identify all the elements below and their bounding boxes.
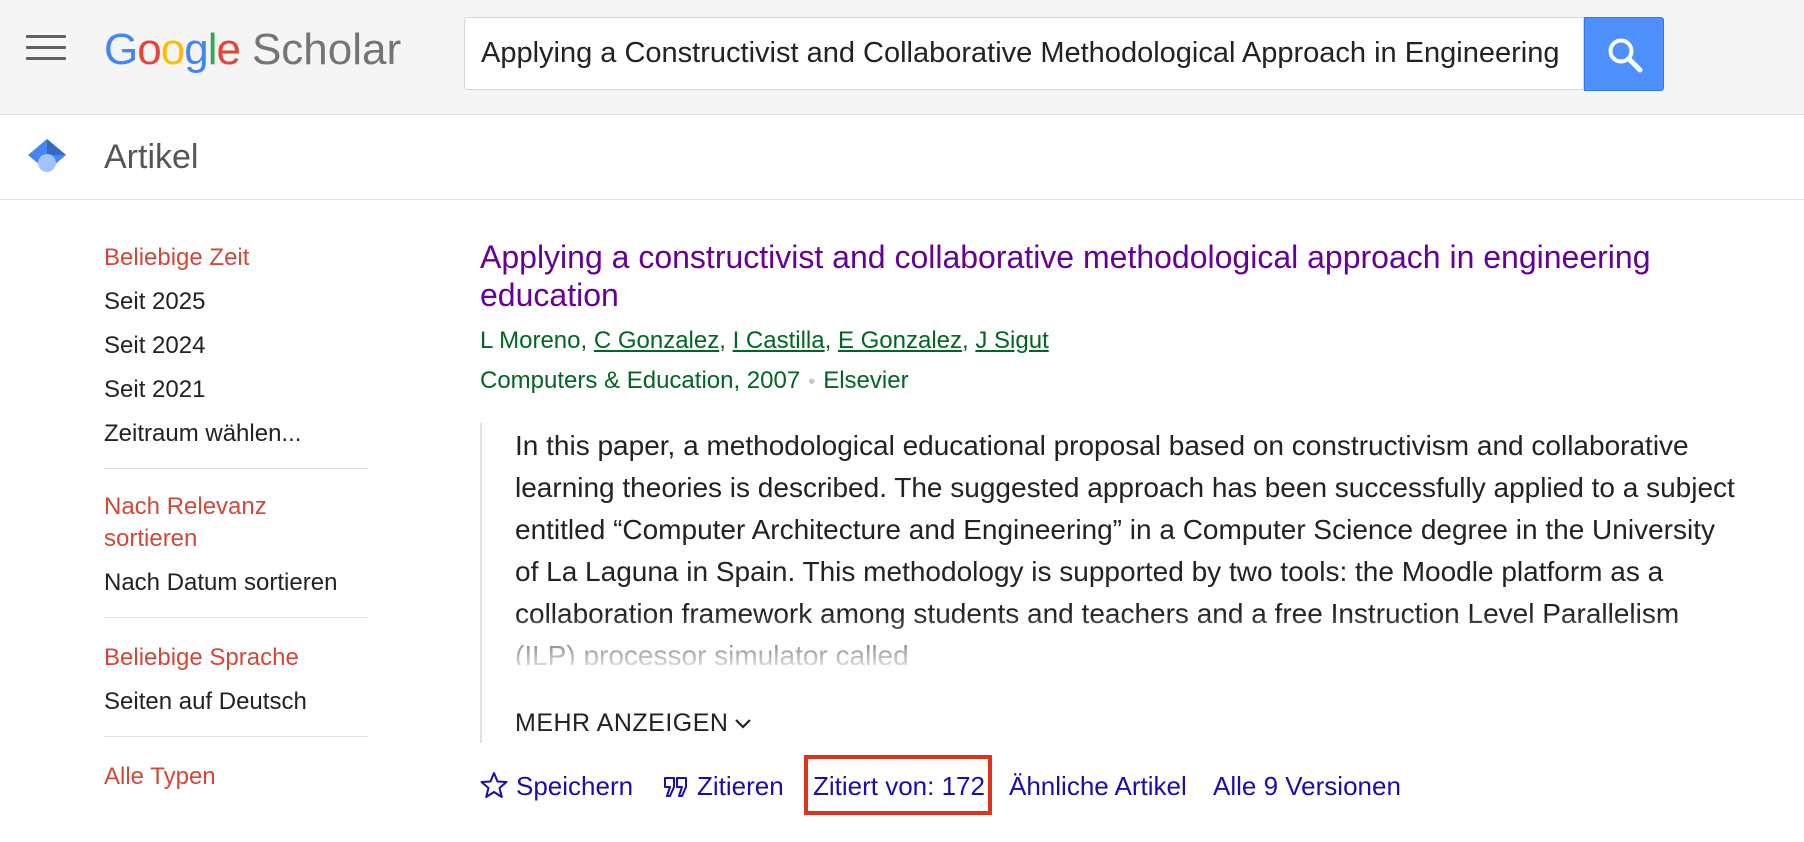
separator-dot: • xyxy=(808,371,816,393)
divider xyxy=(104,736,368,737)
source-publisher: Elsevier xyxy=(823,367,909,394)
search-input[interactable] xyxy=(465,18,1583,89)
sort-by-relevance[interactable]: Nach Relevanz sortieren xyxy=(104,487,294,561)
author-name: L Moreno xyxy=(480,327,581,354)
filter-all-types[interactable]: Alle Typen xyxy=(104,755,368,799)
cite-label: Zitieren xyxy=(697,771,784,801)
author-link[interactable]: I Castilla xyxy=(733,327,825,354)
source-journal: Computers & Education, 2007 xyxy=(480,367,801,394)
save-label: Speichern xyxy=(516,771,634,801)
show-more-button[interactable]: MEHR ANZEIGEN xyxy=(515,709,752,738)
result-source: Computers & Education, 2007 • Elsevier xyxy=(480,366,1720,397)
search-result: Applying a constructivist and collaborat… xyxy=(480,238,1720,397)
filter-any-time[interactable]: Beliebige Zeit xyxy=(104,236,368,280)
search-button[interactable] xyxy=(1584,17,1664,91)
highlight-box xyxy=(804,755,992,815)
logo-google-text: Google xyxy=(104,25,241,74)
section-bar: Artikel xyxy=(0,115,1804,200)
hamburger-menu-icon[interactable] xyxy=(26,35,66,65)
sort-by-date[interactable]: Nach Datum sortieren xyxy=(104,561,368,605)
filter-since-2025[interactable]: Seit 2025 xyxy=(104,280,368,324)
filter-custom-range[interactable]: Zeitraum wählen... xyxy=(104,412,368,456)
graduation-cap-icon xyxy=(28,139,66,172)
author-link[interactable]: C Gonzalez xyxy=(594,327,719,354)
result-abstract: In this paper, a methodological educatio… xyxy=(480,423,1742,743)
filter-any-language[interactable]: Beliebige Sprache xyxy=(104,636,368,680)
result-authors: L Moreno, C Gonzalez, I Castilla, E Gonz… xyxy=(480,327,1049,354)
show-more-label: MEHR ANZEIGEN xyxy=(515,709,729,737)
chevron-down-icon xyxy=(735,719,752,729)
divider xyxy=(104,468,368,469)
header: Google Scholar xyxy=(0,0,1804,115)
quote-icon xyxy=(664,777,687,797)
filter-since-2021[interactable]: Seit 2021 xyxy=(104,368,368,412)
divider xyxy=(104,617,368,618)
related-articles-link[interactable]: Ähnliche Artikel xyxy=(1009,764,1187,808)
save-button[interactable]: Speichern xyxy=(480,764,633,808)
filter-german-pages[interactable]: Seiten auf Deutsch xyxy=(104,680,368,724)
author-link[interactable]: J Sigut xyxy=(975,327,1048,354)
author-link[interactable]: E Gonzalez xyxy=(838,327,962,354)
all-versions-link[interactable]: Alle 9 Versionen xyxy=(1213,764,1401,808)
star-icon xyxy=(480,772,508,798)
google-scholar-logo[interactable]: Google Scholar xyxy=(104,26,401,74)
search-icon xyxy=(1608,38,1643,73)
logo-scholar-text: Scholar xyxy=(251,25,402,74)
cite-button[interactable]: Zitieren xyxy=(663,764,784,808)
result-title-link[interactable]: Applying a constructivist and collaborat… xyxy=(480,238,1720,314)
search-box[interactable] xyxy=(464,17,1584,90)
abstract-text: In this paper, a methodological educatio… xyxy=(515,430,1735,665)
filter-sidebar: Beliebige Zeit Seit 2025 Seit 2024 Seit … xyxy=(104,236,368,799)
filter-since-2024[interactable]: Seit 2024 xyxy=(104,324,368,368)
section-title: Artikel xyxy=(104,138,199,176)
